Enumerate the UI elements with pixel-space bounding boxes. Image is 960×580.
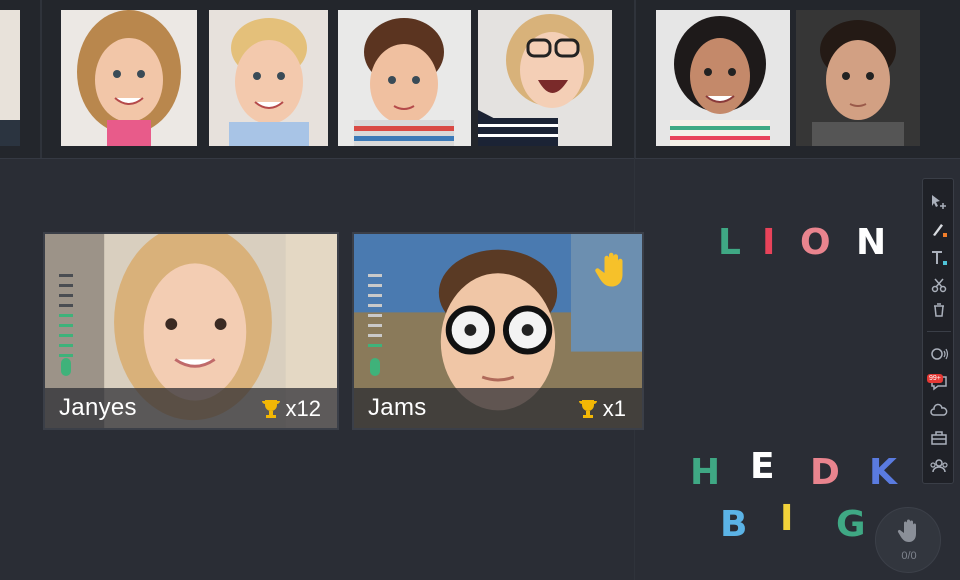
raised-hand-icon xyxy=(595,252,623,287)
video-thumbnail[interactable] xyxy=(61,10,197,146)
trash-icon xyxy=(934,303,944,317)
record-tool-button[interactable] xyxy=(929,345,949,363)
toolbox-icon xyxy=(931,431,947,445)
message-badge: 99+ xyxy=(927,374,943,383)
letter-tile[interactable]: K xyxy=(869,452,897,493)
video-strip xyxy=(0,0,960,158)
pen-tool-button[interactable] xyxy=(929,221,949,239)
strip-divider xyxy=(40,0,42,158)
microphone-icon xyxy=(61,358,71,376)
text-tool-button[interactable] xyxy=(929,249,949,267)
student-card[interactable]: Jams x1 xyxy=(352,232,644,430)
cursor-icon xyxy=(932,195,946,209)
raise-hand-count: 0/0 xyxy=(901,550,917,562)
pen-icon xyxy=(933,224,947,237)
strip-separator xyxy=(0,158,960,159)
letter-tile[interactable]: I xyxy=(780,498,793,539)
toolbar-separator xyxy=(927,331,951,332)
video-thumbnail[interactable] xyxy=(209,10,328,146)
toolbox-tool-button[interactable] xyxy=(929,429,949,447)
users-icon xyxy=(930,459,948,473)
scissors-icon xyxy=(931,278,947,293)
letter-tile[interactable]: G xyxy=(836,504,866,545)
trophy-counter: x1 xyxy=(576,396,626,422)
video-thumbnail[interactable] xyxy=(796,10,920,146)
delete-tool-button[interactable] xyxy=(929,301,949,319)
student-name: Jams xyxy=(368,394,427,421)
students-tool-button[interactable] xyxy=(929,457,949,475)
trophy-count: x1 xyxy=(602,396,626,421)
video-thumbnail[interactable] xyxy=(478,10,612,146)
video-thumbnail[interactable] xyxy=(338,10,471,146)
raise-hand-button[interactable]: 0/0 xyxy=(875,507,941,573)
letter-tile[interactable]: I xyxy=(762,222,775,263)
trophy-icon xyxy=(261,400,280,418)
letter-tile[interactable]: O xyxy=(800,222,831,263)
whiteboard-toolbar: 99+ xyxy=(922,178,954,484)
strip-divider xyxy=(634,0,636,158)
trophy-icon xyxy=(578,400,597,418)
record-icon xyxy=(931,348,949,360)
letter-tile[interactable]: H xyxy=(690,452,720,493)
microphone-icon xyxy=(370,358,380,376)
video-thumbnail[interactable] xyxy=(0,10,20,146)
video-thumbnail[interactable] xyxy=(656,10,790,146)
select-tool-button[interactable] xyxy=(929,193,949,211)
text-icon xyxy=(932,251,947,265)
letter-tile[interactable]: L xyxy=(718,222,741,263)
letter-tile[interactable]: B xyxy=(720,504,747,545)
scissors-tool-button[interactable] xyxy=(929,276,949,294)
trophy-counter: x12 xyxy=(259,396,321,422)
letter-tile[interactable]: E xyxy=(750,446,775,487)
cloud-icon xyxy=(930,403,948,416)
hand-icon xyxy=(897,519,916,542)
student-name: Janyes xyxy=(59,394,137,421)
letter-tile[interactable]: N xyxy=(856,222,886,263)
letter-tile[interactable]: D xyxy=(810,452,840,493)
cloud-tool-button[interactable] xyxy=(929,401,949,419)
student-card[interactable]: Janyes x12 xyxy=(43,232,339,430)
trophy-count: x12 xyxy=(285,396,321,421)
